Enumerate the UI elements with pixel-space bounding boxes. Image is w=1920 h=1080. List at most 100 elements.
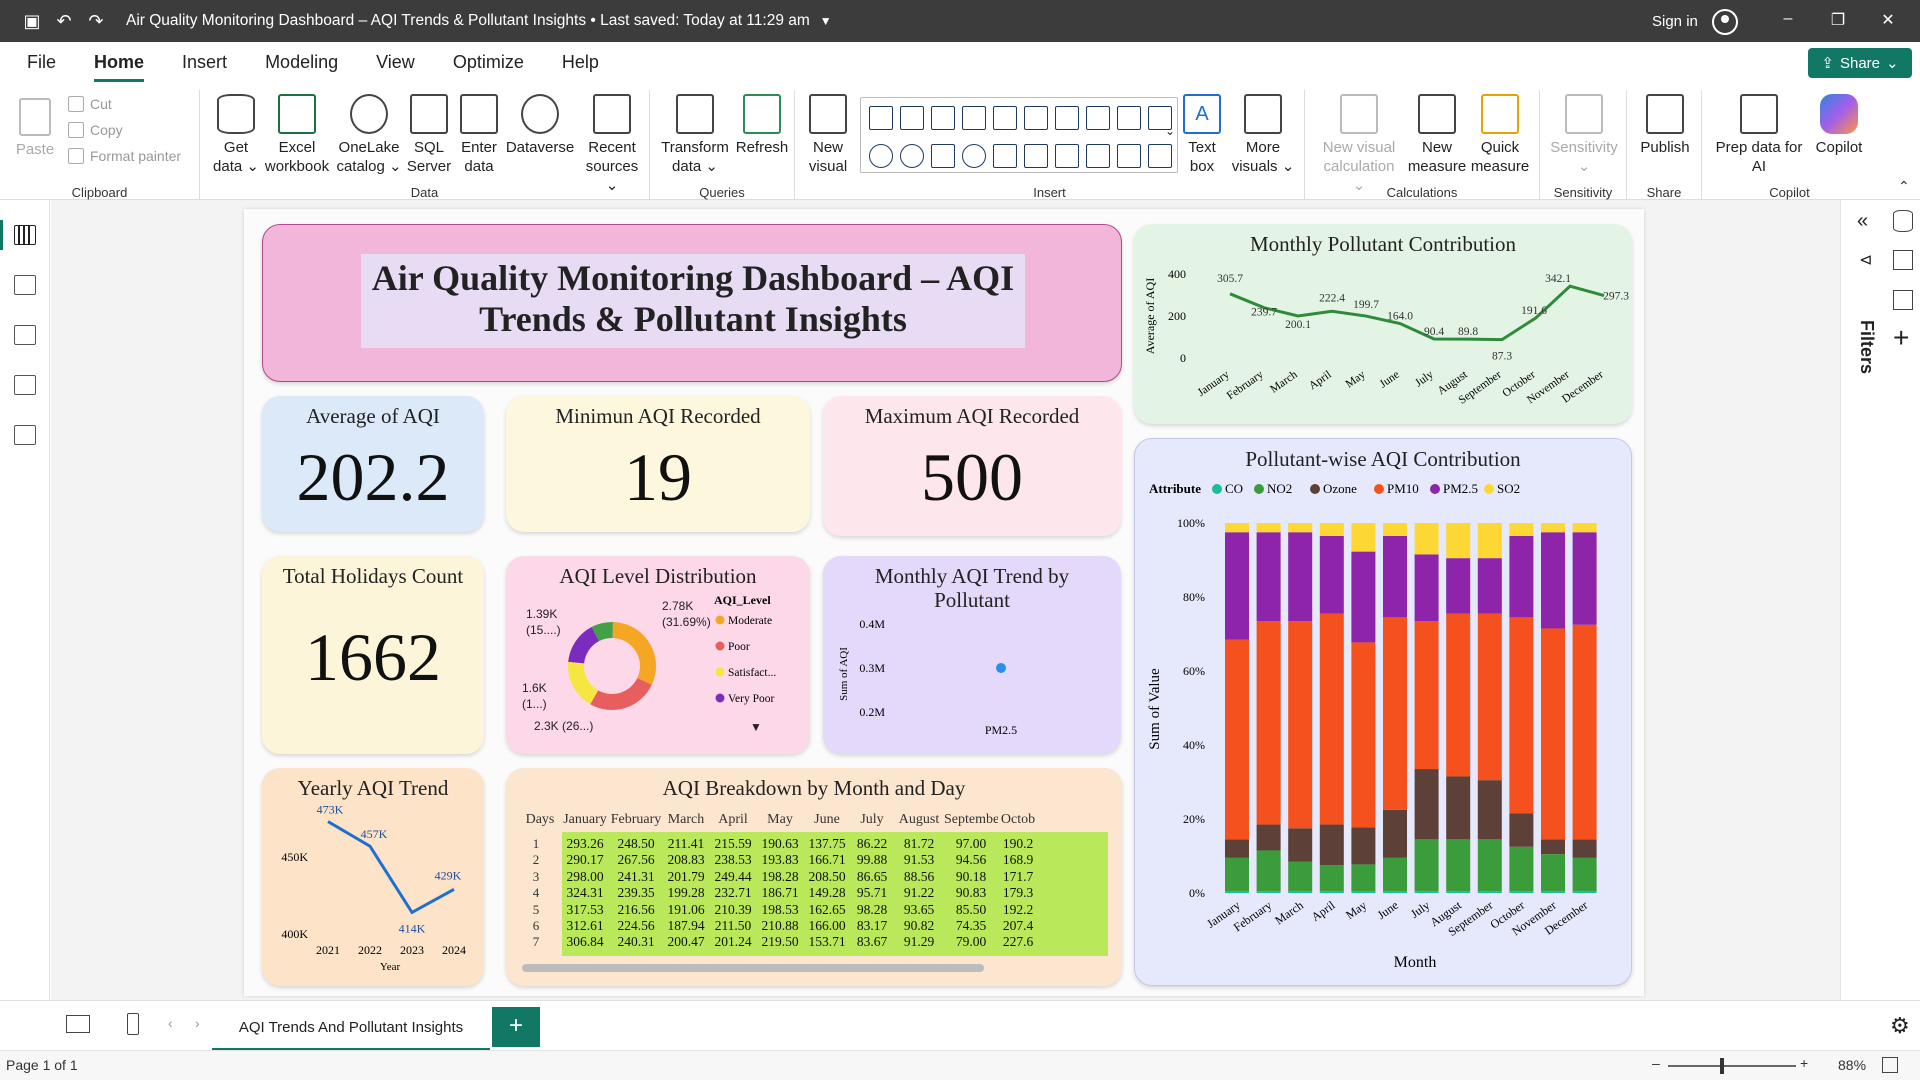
onelake-catalog-button[interactable]: OneLake catalog ⌄ [334, 94, 404, 176]
chevron-down-icon[interactable]: ▼ [820, 14, 832, 28]
new-measure-button[interactable]: New measure [1407, 94, 1467, 176]
bar-segment[interactable] [1288, 523, 1313, 533]
bar-segment[interactable] [1572, 532, 1597, 625]
legend-item[interactable]: NO2 [1267, 481, 1292, 496]
bar-segment[interactable] [1351, 642, 1376, 828]
prep-data-ai-button[interactable]: Prep data for AI [1710, 94, 1808, 176]
bar-segment[interactable] [1383, 809, 1407, 858]
bar-segment[interactable] [1256, 621, 1281, 825]
bar-segment[interactable] [1288, 828, 1313, 862]
share-button[interactable]: ⇪ Share ⌄ [1808, 48, 1912, 78]
bar-segment[interactable] [1572, 891, 1597, 893]
save-icon[interactable]: ▣ [20, 9, 44, 33]
bar-segment[interactable] [1414, 523, 1439, 555]
prev-page-icon[interactable]: ‹ [168, 1015, 173, 1031]
donut-chart-icon[interactable] [900, 144, 924, 168]
new-visual-button[interactable]: New visual [803, 94, 853, 176]
bar-segment[interactable] [1225, 857, 1249, 892]
cut-button[interactable]: Cut [68, 96, 112, 112]
column-header[interactable]: January [560, 812, 610, 828]
menu-file[interactable]: File [8, 42, 75, 82]
page-tab[interactable]: AQI Trends And Pollutant Insights [212, 1007, 490, 1051]
legend-item[interactable]: SO2 [1497, 481, 1520, 496]
menu-help[interactable]: Help [543, 42, 618, 82]
column-header[interactable]: July [850, 812, 894, 828]
get-data-button[interactable]: Get data ⌄ [208, 94, 264, 176]
bar-segment[interactable] [1572, 839, 1597, 858]
bar-segment[interactable] [1383, 857, 1407, 892]
bar-segment[interactable] [1477, 613, 1502, 781]
column-header[interactable]: August [894, 812, 944, 828]
legend-item[interactable]: PM10 [1387, 481, 1419, 496]
sensitivity-button[interactable]: Sensitivity ⌄ [1546, 94, 1622, 176]
multirow-card-icon[interactable] [1055, 144, 1079, 168]
bar-segment[interactable] [1541, 839, 1565, 855]
bar-segment[interactable] [1351, 891, 1376, 893]
column-header[interactable]: September [944, 812, 998, 828]
copy-button[interactable]: Copy [68, 122, 123, 138]
donut-slice[interactable] [568, 661, 599, 705]
bar-segment[interactable] [1225, 639, 1249, 840]
collapse-ribbon-icon[interactable]: ⌃ [1898, 178, 1910, 195]
publish-button[interactable]: Publish [1633, 94, 1697, 157]
data-point[interactable] [996, 663, 1006, 673]
collapse-pane-icon[interactable]: « [1857, 210, 1868, 233]
sign-in-link[interactable]: Sign in [1652, 13, 1698, 30]
bar-segment[interactable] [1256, 891, 1281, 893]
bar-segment[interactable] [1477, 891, 1502, 893]
filter-icon[interactable]: ⊲ [1859, 250, 1872, 270]
add-pane-icon[interactable]: + [1893, 324, 1909, 352]
legend-scroll-icon[interactable]: ▼ [750, 720, 762, 735]
bar-segment[interactable] [1572, 624, 1597, 840]
clustered-bar-icon[interactable] [931, 106, 955, 130]
close-icon[interactable]: ✕ [1878, 10, 1898, 30]
text-box-button[interactable]: A Text box [1179, 94, 1225, 176]
desktop-layout-icon[interactable] [66, 1015, 90, 1033]
avatar-icon[interactable] [1712, 9, 1738, 35]
redo-icon[interactable]: ↷ [84, 9, 108, 33]
bar-segment[interactable] [1446, 558, 1471, 614]
column-header[interactable]: February [610, 812, 662, 828]
legend-item[interactable]: CO [1225, 481, 1243, 496]
card-icon[interactable] [1024, 144, 1048, 168]
horizontal-scrollbar[interactable] [522, 964, 984, 972]
bar-segment[interactable] [1351, 827, 1376, 865]
bar-segment[interactable] [1446, 523, 1471, 559]
zoom-slider-thumb[interactable] [1720, 1058, 1724, 1074]
menu-view[interactable]: View [357, 42, 434, 82]
table-icon[interactable] [1086, 144, 1110, 168]
legend-item[interactable]: PM2.5 [1443, 481, 1478, 496]
bar-segment[interactable] [1383, 891, 1407, 893]
bar-segment[interactable] [1319, 613, 1344, 825]
bar-segment[interactable] [1256, 523, 1281, 533]
column-header[interactable]: March [662, 812, 710, 828]
pie-chart-icon[interactable] [869, 144, 893, 168]
bar-segment[interactable] [1509, 846, 1534, 892]
model-view-icon[interactable] [14, 325, 36, 345]
bar-segment[interactable] [1572, 857, 1597, 892]
bar-segment[interactable] [1477, 558, 1502, 614]
copilot-button[interactable]: Copilot [1806, 94, 1872, 157]
report-view-icon[interactable] [14, 225, 36, 245]
quick-measure-button[interactable]: Quick measure [1469, 94, 1531, 176]
bar-segment[interactable] [1383, 535, 1407, 618]
legend-item[interactable]: Very Poor [728, 693, 774, 705]
column-header[interactable]: April [710, 812, 756, 828]
bar-segment[interactable] [1572, 523, 1597, 533]
dax-query-view-icon[interactable] [14, 375, 36, 395]
bar-segment[interactable] [1319, 523, 1344, 536]
bar-segment[interactable] [1477, 839, 1502, 892]
bar-segment[interactable] [1541, 854, 1565, 892]
menu-insert[interactable]: Insert [163, 42, 246, 82]
table-view-icon[interactable] [14, 275, 36, 295]
area-chart-icon[interactable] [1086, 106, 1110, 130]
donut-slice[interactable] [590, 677, 652, 710]
format-pane-icon[interactable] [1893, 290, 1913, 310]
bar-segment[interactable] [1351, 551, 1376, 643]
bar-segment[interactable] [1288, 861, 1313, 892]
bar-segment[interactable] [1225, 891, 1249, 893]
bar-segment[interactable] [1477, 523, 1502, 559]
100-bar-icon[interactable] [993, 106, 1017, 130]
stacked-bar-icon[interactable] [869, 106, 893, 130]
bar-segment[interactable] [1541, 628, 1565, 840]
